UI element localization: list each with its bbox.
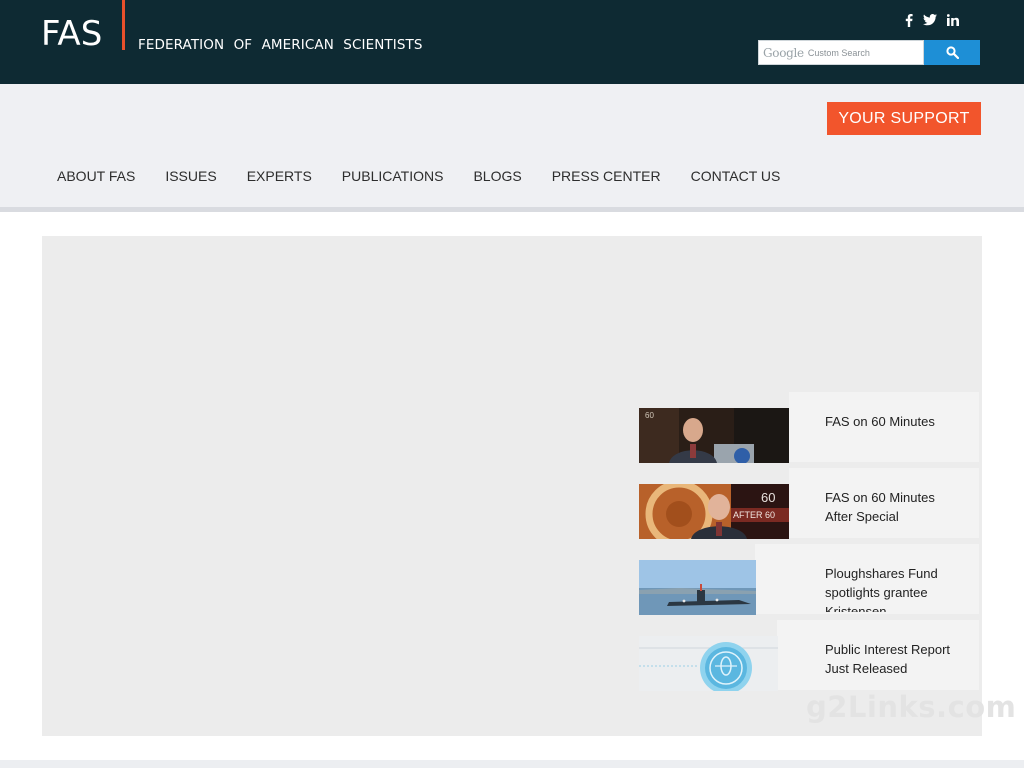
search-placeholder: Custom Search (807, 47, 870, 58)
search-input[interactable]: Google Custom Search (758, 40, 924, 65)
story-item[interactable]: 60 FAS on 60 Minutes (639, 392, 979, 463)
story-item[interactable]: 60 AFTER 60 FAS on 60 Minutes After Spec… (639, 468, 979, 539)
story-title[interactable]: Public Interest Report Just Released (825, 640, 965, 678)
svg-text:AFTER 60: AFTER 60 (733, 510, 775, 520)
search-button[interactable] (924, 40, 980, 65)
logo-accent-bar (122, 0, 125, 50)
linkedin-icon[interactable] (947, 12, 959, 28)
site-tagline[interactable]: FEDERATION OF AMERICAN SCIENTISTS (138, 36, 423, 54)
nav-about-fas[interactable]: ABOUT FAS (57, 166, 135, 186)
site-header: FAS FEDERATION OF AMERICAN SCIENTISTS Go… (0, 0, 1024, 84)
man-in-studio-thumbnail[interactable]: 60 (639, 408, 789, 463)
nav-issues[interactable]: ISSUES (165, 166, 216, 186)
social-links (905, 12, 959, 28)
svg-text:60: 60 (761, 490, 775, 505)
nav-experts[interactable]: EXPERTS (247, 166, 312, 186)
submarine-thumbnail[interactable] (639, 560, 756, 615)
story-title[interactable]: Ploughshares Fund spotlights grantee Kri… (825, 564, 965, 612)
main-nav: ABOUT FAS ISSUES EXPERTS PUBLICATIONS BL… (57, 166, 810, 186)
watermark: g2Links.com (806, 690, 1017, 724)
google-logo: Google (763, 45, 804, 60)
nav-contact-us[interactable]: CONTACT US (691, 166, 781, 186)
nav-blogs[interactable]: BLOGS (473, 166, 521, 186)
story-title[interactable]: FAS on 60 Minutes (825, 412, 965, 431)
report-seal-thumbnail[interactable] (639, 636, 778, 691)
story-title[interactable]: FAS on 60 Minutes After Special (825, 488, 965, 526)
60-minutes-after-special-thumbnail[interactable]: 60 AFTER 60 (639, 484, 789, 539)
facebook-icon[interactable] (905, 12, 913, 28)
nav-publications[interactable]: PUBLICATIONS (342, 166, 444, 186)
nav-divider (0, 207, 1024, 212)
your-support-button[interactable]: YOUR SUPPORT (827, 102, 981, 135)
nav-press-center[interactable]: PRESS CENTER (552, 166, 661, 186)
story-item[interactable]: Public Interest Report Just Released (639, 620, 979, 691)
site-logo[interactable]: FAS (41, 14, 102, 54)
site-search: Google Custom Search (758, 40, 980, 65)
svg-text:60: 60 (645, 411, 654, 420)
story-item[interactable]: Ploughshares Fund spotlights grantee Kri… (639, 544, 979, 615)
story-title-clip: Ploughshares Fund spotlights grantee Kri… (825, 564, 965, 612)
footer-edge (0, 760, 1024, 768)
search-icon (945, 46, 959, 59)
twitter-icon[interactable] (923, 12, 937, 28)
